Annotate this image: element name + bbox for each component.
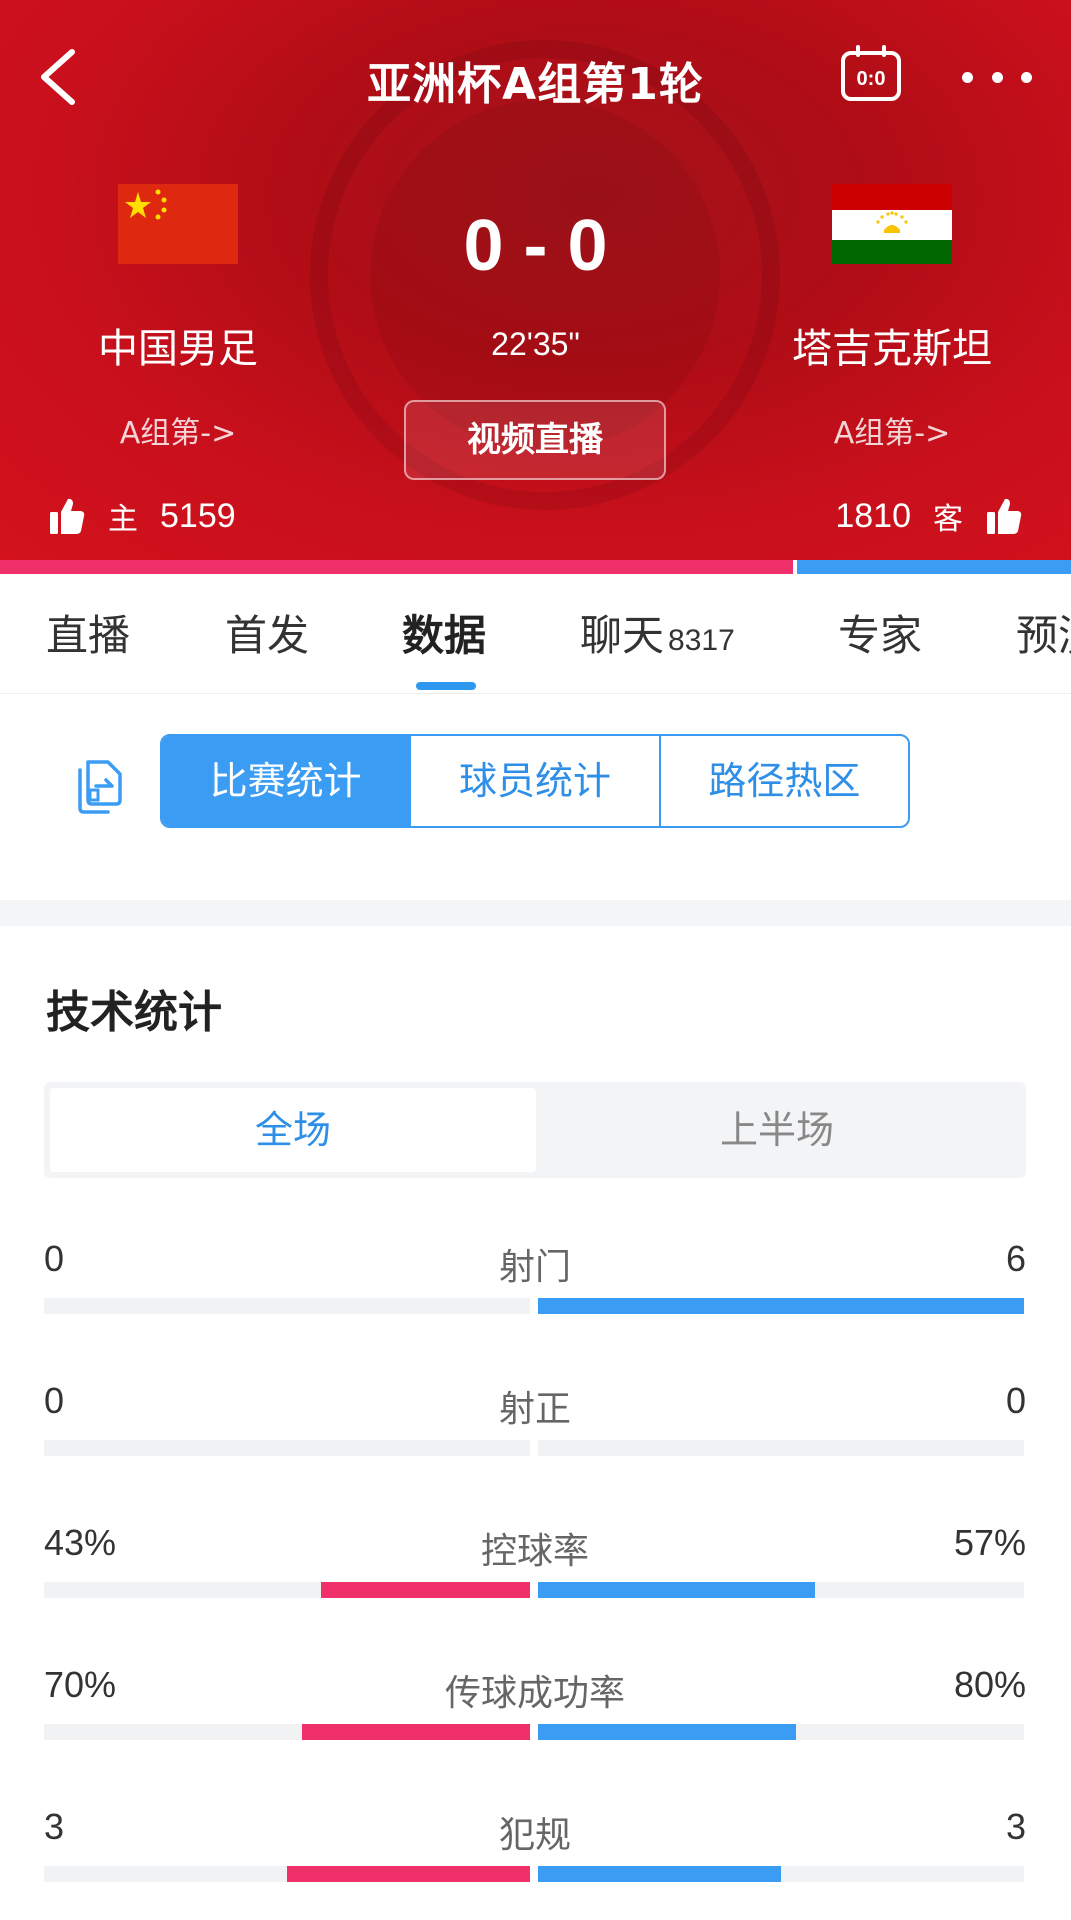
stat-label: 犯规 — [498, 1815, 571, 1856]
match-title: 亚洲杯A组第1轮 — [367, 59, 704, 110]
more-icon[interactable] — [962, 62, 1032, 92]
tab-prediction[interactable]: 预测 — [1016, 602, 1071, 663]
support-ratio-bar — [0, 560, 1071, 574]
away-group-link[interactable]: A组第-> — [742, 408, 1042, 452]
stat-row-shots: 0 射门 6 — [44, 1238, 1026, 1338]
thumbs-up-icon[interactable] — [48, 496, 86, 536]
stat-label: 控球率 — [480, 1531, 589, 1572]
stat-home-bar — [44, 1724, 530, 1740]
stat-row-shots-on-target: 0 射正 0 — [44, 1380, 1026, 1480]
export-icon[interactable] — [74, 756, 130, 816]
stat-away-bar — [538, 1724, 1024, 1740]
tab-live[interactable]: 直播 — [46, 602, 130, 663]
support-away-fill — [796, 560, 1071, 574]
stats-type-segmented-control: 比赛统计 球员统计 路径热区 — [160, 734, 910, 828]
scoreboard-icon-text: 0:0 — [857, 68, 886, 90]
support-home-fill — [0, 560, 793, 574]
stat-away-value: 57% — [953, 1522, 1026, 1563]
stat-home-bar — [44, 1298, 530, 1314]
stat-row-pass-accuracy: 70% 传球成功率 80% — [44, 1664, 1026, 1764]
stat-label: 射正 — [498, 1389, 571, 1430]
section-divider — [0, 900, 1071, 926]
stat-row-possession: 43% 控球率 57% — [44, 1522, 1026, 1622]
segment-match-stats[interactable]: 比赛统计 — [162, 736, 410, 826]
stat-row-fouls: 3 犯规 3 — [44, 1806, 1026, 1906]
home-group-link[interactable]: A组第-> — [28, 408, 328, 452]
stat-away-value: 6 — [1005, 1238, 1026, 1279]
period-switch: 全场 上半场 — [44, 1082, 1026, 1178]
segment-player-stats[interactable]: 球员统计 — [409, 736, 658, 826]
segment-heatmap[interactable]: 路径热区 — [658, 736, 908, 826]
away-likes-count: 1810 — [835, 496, 911, 535]
stat-away-value: 80% — [953, 1664, 1026, 1705]
tab-bar: 直播 首发 数据 聊天8317 专家 预测 — [0, 574, 1071, 694]
tab-chat[interactable]: 聊天 8317 — [580, 602, 735, 663]
stat-away-bar — [538, 1866, 1024, 1882]
tab-data[interactable]: 数据 — [402, 602, 486, 663]
away-tag: 客 — [933, 502, 963, 537]
home-tag: 主 — [108, 502, 138, 537]
away-likes[interactable]: 1810 客 — [835, 494, 1023, 538]
stat-home-bar — [44, 1866, 530, 1882]
scoreboard-icon[interactable]: 0:0 — [840, 45, 902, 103]
stat-home-bar — [44, 1440, 530, 1456]
active-tab-indicator — [416, 682, 476, 690]
match-clock: 22'35" — [491, 326, 580, 362]
stats-type-area: 比赛统计 球员统计 路径热区 — [0, 694, 1071, 900]
home-likes-count: 5159 — [160, 496, 236, 535]
tab-lineup[interactable]: 首发 — [225, 602, 309, 663]
period-full-match[interactable]: 全场 — [50, 1088, 536, 1172]
chat-count: 8317 — [668, 624, 735, 657]
period-first-half[interactable]: 上半场 — [534, 1088, 1020, 1172]
stat-away-value: 0 — [1005, 1380, 1026, 1421]
stat-label: 传球成功率 — [444, 1673, 625, 1714]
stat-label: 射门 — [498, 1247, 571, 1288]
thumbs-up-icon[interactable] — [985, 496, 1023, 536]
tab-expert[interactable]: 专家 — [838, 602, 922, 663]
video-live-button[interactable]: 视频直播 — [404, 400, 666, 480]
stat-away-bar — [538, 1582, 1024, 1598]
stat-away-bar — [538, 1298, 1024, 1314]
stat-away-bar — [538, 1440, 1024, 1456]
match-score: 0 - 0 — [463, 206, 608, 286]
stat-away-value: 3 — [1005, 1806, 1026, 1847]
stat-home-bar — [44, 1582, 530, 1598]
match-header: 亚洲杯A组第1轮 0:0 0 - 0 中国男足 塔吉克斯坦 22'35" A组第… — [0, 0, 1071, 560]
home-likes[interactable]: 主 5159 — [48, 494, 236, 538]
section-title: 技术统计 — [46, 987, 222, 1038]
